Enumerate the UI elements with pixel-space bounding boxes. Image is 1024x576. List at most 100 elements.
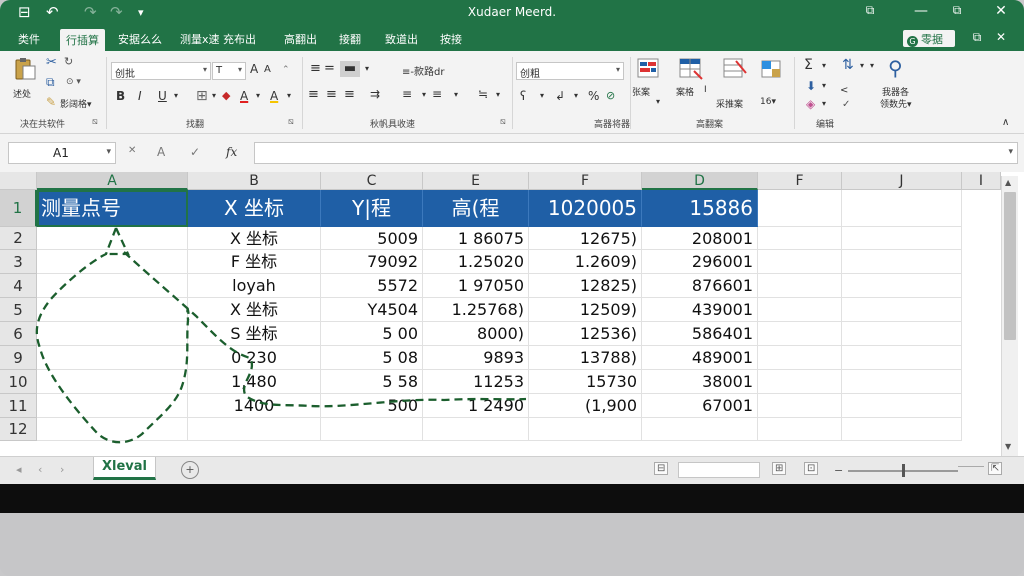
table-cell[interactable]: 38001 bbox=[642, 370, 758, 394]
restore-icon[interactable]: ⧉ bbox=[942, 3, 972, 18]
align-right-icon[interactable]: ≡ bbox=[344, 87, 355, 102]
percent-button[interactable]: % bbox=[588, 89, 599, 103]
table-cell[interactable] bbox=[842, 250, 962, 274]
insert-function-button[interactable]: fx bbox=[226, 145, 237, 159]
scroll-up-icon[interactable]: ▲ bbox=[1005, 178, 1011, 187]
table-cell[interactable] bbox=[758, 370, 842, 394]
conditional-formatting-icon[interactable] bbox=[636, 57, 662, 81]
table-cell[interactable]: 5009 bbox=[321, 227, 423, 250]
table-cell[interactable]: X 坐标 bbox=[188, 298, 321, 322]
table-cell[interactable]: 586401 bbox=[642, 322, 758, 346]
table-cell[interactable]: 1.25768) bbox=[423, 298, 529, 322]
table-cell[interactable] bbox=[321, 418, 423, 441]
table-cell[interactable] bbox=[758, 322, 842, 346]
chevron-down-icon[interactable]: ▾ bbox=[365, 64, 369, 73]
italic-button[interactable]: I bbox=[138, 89, 142, 103]
align-middle-icon[interactable]: = bbox=[324, 61, 335, 76]
table-cell[interactable] bbox=[842, 298, 962, 322]
tab-review[interactable]: 致道出 bbox=[385, 31, 418, 47]
column-header-4[interactable]: F bbox=[529, 172, 642, 190]
share-button[interactable]: G 零据 bbox=[903, 30, 955, 47]
table-cell[interactable]: 5572 bbox=[321, 274, 423, 298]
row-header-5[interactable]: 5 bbox=[0, 298, 37, 322]
tab-page-layout[interactable]: 测量x速 充布出 bbox=[180, 31, 256, 47]
format-as-table-icon[interactable] bbox=[678, 57, 704, 81]
table-cell[interactable]: 1,480 bbox=[188, 370, 321, 394]
cancel-icon[interactable]: ✕ bbox=[128, 145, 136, 156]
row-header-11[interactable]: 11 bbox=[0, 394, 37, 418]
table-cell[interactable]: 15730 bbox=[529, 370, 642, 394]
copy-icon[interactable]: ⧉ bbox=[46, 75, 55, 90]
tab-home[interactable]: 行插算 bbox=[60, 29, 105, 51]
normal-view-icon[interactable]: ⊞ bbox=[772, 462, 787, 475]
table-cell[interactable]: 5 00 bbox=[321, 322, 423, 346]
chevron-down-icon[interactable]: ▾ bbox=[656, 97, 660, 106]
cell-styles-icon[interactable] bbox=[722, 57, 748, 81]
formula-input[interactable]: ▾ bbox=[254, 142, 1018, 164]
chevron-down-icon[interactable]: ▾ bbox=[454, 90, 458, 99]
font-launcher-icon[interactable]: ⧅ bbox=[288, 117, 294, 127]
minimize-icon[interactable]: — bbox=[906, 3, 936, 19]
table-cell[interactable] bbox=[37, 322, 188, 346]
ribbon-close-icon[interactable]: ✕ bbox=[986, 30, 1016, 44]
bold-button[interactable]: B bbox=[116, 89, 125, 103]
table-cell[interactable]: 0 230 bbox=[188, 346, 321, 370]
table-cell[interactable]: 439001 bbox=[642, 298, 758, 322]
column-header-2[interactable]: C bbox=[321, 172, 423, 190]
table-cell[interactable]: 208001 bbox=[642, 227, 758, 250]
header-cell[interactable]: X 坐标 bbox=[188, 190, 321, 227]
page-layout-view-icon[interactable]: ⊟ bbox=[654, 462, 669, 475]
header-cell[interactable]: 高(程 bbox=[423, 190, 529, 227]
sheet-prev-icon[interactable]: ‹ bbox=[38, 463, 42, 476]
scroll-down-icon[interactable]: ▼ bbox=[1005, 442, 1011, 451]
column-header-5[interactable]: D bbox=[642, 172, 758, 190]
tab-file[interactable]: 类件 bbox=[18, 31, 40, 47]
fill-icon[interactable]: ⬇ bbox=[806, 79, 816, 93]
grow-font-button[interactable]: A bbox=[250, 62, 258, 76]
table-cell[interactable]: 79092 bbox=[321, 250, 423, 274]
row-header-2[interactable]: 2 bbox=[0, 227, 37, 250]
column-header-7[interactable]: J bbox=[842, 172, 962, 190]
chevron-down-icon[interactable]: ▾ bbox=[287, 91, 291, 100]
worksheet-grid[interactable]: ABCEFDFJI 1 2 3 4 5 6 9 10 11 12 测量点号 X 坐标 Y|程 高(程 10… bbox=[0, 172, 1024, 456]
table-cell[interactable] bbox=[37, 394, 188, 418]
font-name-select[interactable]: 创批 ▾ bbox=[111, 62, 211, 80]
sort-filter-icon[interactable]: ⇅ bbox=[842, 57, 854, 73]
align-left-icon[interactable]: ≡ bbox=[308, 87, 319, 102]
row-header-10[interactable]: 10 bbox=[0, 370, 37, 394]
table-cell[interactable]: 8000) bbox=[423, 322, 529, 346]
cut-icon[interactable]: ✂ bbox=[46, 55, 57, 70]
chevron-down-icon[interactable]: ▾ bbox=[422, 90, 426, 99]
filter-icon[interactable]: ✓ bbox=[842, 99, 850, 110]
table-cell[interactable]: F 坐标 bbox=[188, 250, 321, 274]
table-cell[interactable]: 489001 bbox=[642, 346, 758, 370]
horizontal-scrollbar[interactable] bbox=[678, 462, 760, 478]
table-cell[interactable] bbox=[37, 346, 188, 370]
border-icon[interactable]: ⊞ bbox=[196, 88, 208, 104]
tab-insert[interactable]: 安据么么 bbox=[118, 31, 162, 47]
header-cell[interactable]: 15886 bbox=[642, 190, 758, 227]
column-header-3[interactable]: E bbox=[423, 172, 529, 190]
column-header-1[interactable]: B bbox=[188, 172, 321, 190]
table-cell[interactable]: S 坐标 bbox=[188, 322, 321, 346]
table-cell[interactable] bbox=[758, 250, 842, 274]
align-top-icon[interactable]: ≡ bbox=[310, 61, 321, 76]
table-cell[interactable]: 1.2609) bbox=[529, 250, 642, 274]
table-cell[interactable] bbox=[842, 418, 962, 441]
table-cell[interactable]: (1,900 bbox=[529, 394, 642, 418]
new-sheet-button[interactable]: + bbox=[181, 461, 199, 479]
align-center-icon[interactable]: ≡ bbox=[326, 87, 337, 102]
table-cell[interactable]: 1 2490 bbox=[423, 394, 529, 418]
autosum-icon[interactable]: Σ bbox=[804, 57, 813, 73]
chevron-down-icon[interactable]: ▾ bbox=[860, 61, 864, 70]
table-cell[interactable]: 67001 bbox=[642, 394, 758, 418]
chevron-down-icon[interactable]: ▾ bbox=[540, 91, 544, 100]
table-cell[interactable]: Y4504 bbox=[321, 298, 423, 322]
column-header-6[interactable]: F bbox=[758, 172, 842, 190]
copy-menu-icon[interactable]: ⊙ ▾ bbox=[66, 77, 81, 87]
table-cell[interactable] bbox=[842, 346, 962, 370]
table-cell[interactable] bbox=[758, 274, 842, 298]
table-cell[interactable]: X 坐标 bbox=[188, 227, 321, 250]
fill-color-icon[interactable]: ◆ bbox=[222, 89, 230, 102]
paste-icon[interactable] bbox=[12, 57, 38, 81]
